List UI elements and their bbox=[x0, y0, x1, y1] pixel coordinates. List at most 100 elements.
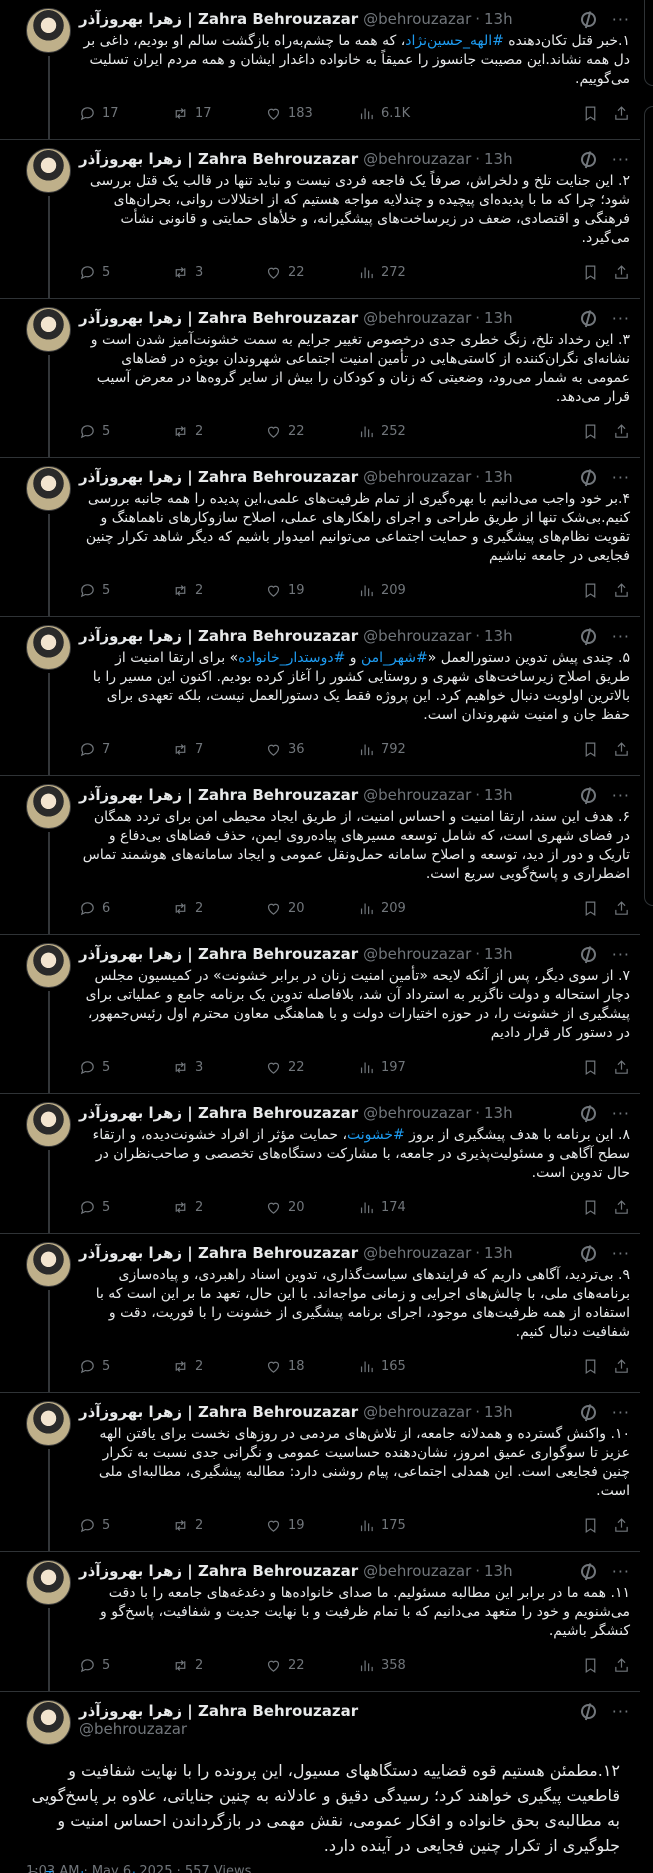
bookmark-icon[interactable] bbox=[582, 1059, 599, 1076]
bookmark-icon[interactable] bbox=[582, 741, 599, 758]
author-handle[interactable]: @behrouzazar bbox=[363, 1104, 471, 1122]
timestamp[interactable]: 13h bbox=[484, 627, 513, 645]
author-name[interactable]: زهرا بهروزآذر | Zahra Behrouzazar bbox=[79, 150, 358, 168]
like-button[interactable]: 22 bbox=[265, 423, 358, 440]
repost-button[interactable]: 7 bbox=[172, 741, 265, 758]
timestamp[interactable]: 13h bbox=[484, 1244, 513, 1262]
share-icon[interactable] bbox=[613, 1199, 630, 1216]
repost-button[interactable]: 2 bbox=[172, 423, 265, 440]
bookmark-icon[interactable] bbox=[582, 264, 599, 281]
hashtag-link[interactable]: #الهه_حسین‌نژاد bbox=[405, 33, 504, 49]
views-button[interactable]: 174 bbox=[358, 1199, 466, 1216]
views-button[interactable]: 197 bbox=[358, 1059, 466, 1076]
grok-icon[interactable] bbox=[577, 784, 599, 806]
more-icon[interactable]: ··· bbox=[612, 309, 630, 328]
bookmark-icon[interactable] bbox=[582, 1517, 599, 1534]
grok-icon[interactable] bbox=[577, 148, 599, 170]
repost-button[interactable]: 3 bbox=[172, 1059, 265, 1076]
author-handle[interactable]: @behrouzazar bbox=[79, 1720, 630, 1738]
tweet[interactable]: زهرا بهروزآذر | Zahra Behrouzazar @behro… bbox=[0, 776, 640, 935]
like-button[interactable]: 20 bbox=[265, 900, 358, 917]
reply-button[interactable]: 7 bbox=[79, 741, 172, 758]
avatar[interactable] bbox=[26, 1560, 71, 1605]
grok-icon[interactable] bbox=[577, 1102, 599, 1124]
avatar[interactable] bbox=[26, 625, 71, 670]
avatar[interactable] bbox=[26, 1401, 71, 1446]
more-icon[interactable]: ··· bbox=[612, 1562, 630, 1581]
repost-button[interactable]: 2 bbox=[172, 1517, 265, 1534]
share-icon[interactable] bbox=[613, 1358, 630, 1375]
views-button[interactable]: 209 bbox=[358, 900, 466, 917]
share-icon[interactable] bbox=[613, 1657, 630, 1674]
views-button[interactable]: 358 bbox=[358, 1657, 466, 1674]
share-icon[interactable] bbox=[613, 264, 630, 281]
timestamp[interactable]: 13h bbox=[484, 1104, 513, 1122]
reply-button[interactable]: 5 bbox=[79, 264, 172, 281]
repost-button[interactable]: 2 bbox=[172, 900, 265, 917]
author-name[interactable]: زهرا بهروزآذر | Zahra Behrouzazar bbox=[79, 1244, 358, 1262]
author-name[interactable]: زهرا بهروزآذر | Zahra Behrouzazar bbox=[79, 945, 358, 963]
tweet[interactable]: زهرا بهروزآذر | Zahra Behrouzazar @behro… bbox=[0, 0, 640, 140]
reply-button[interactable]: 5 bbox=[79, 582, 172, 599]
like-button[interactable]: 19 bbox=[265, 582, 358, 599]
grok-icon[interactable] bbox=[577, 1242, 599, 1264]
author-name[interactable]: زهرا بهروزآذر | Zahra Behrouzazar bbox=[79, 786, 358, 804]
tweet[interactable]: زهرا بهروزآذر | Zahra Behrouzazar @behro… bbox=[0, 1393, 640, 1552]
avatar[interactable] bbox=[26, 307, 71, 352]
author-name[interactable]: زهرا بهروزآذر | Zahra Behrouzazar bbox=[79, 627, 358, 645]
author-handle[interactable]: @behrouzazar bbox=[363, 10, 471, 28]
repost-button[interactable]: 2 bbox=[172, 1358, 265, 1375]
reply-button[interactable]: 5 bbox=[79, 1199, 172, 1216]
timestamp[interactable]: 13h bbox=[484, 150, 513, 168]
author-name[interactable]: زهرا بهروزآذر | Zahra Behrouzazar bbox=[79, 309, 358, 327]
reply-button[interactable]: 5 bbox=[79, 1358, 172, 1375]
like-button[interactable]: 183 bbox=[265, 105, 358, 122]
bookmark-icon[interactable] bbox=[582, 1358, 599, 1375]
author-handle[interactable]: @behrouzazar bbox=[363, 786, 471, 804]
more-icon[interactable]: ··· bbox=[612, 945, 630, 964]
share-icon[interactable] bbox=[613, 582, 630, 599]
reply-button[interactable]: 6 bbox=[79, 900, 172, 917]
more-icon[interactable]: ··· bbox=[612, 150, 630, 169]
share-icon[interactable] bbox=[613, 423, 630, 440]
repost-button[interactable]: 2 bbox=[172, 1199, 265, 1216]
tweet[interactable]: زهرا بهروزآذر | Zahra Behrouzazar @behro… bbox=[0, 617, 640, 776]
author-handle[interactable]: @behrouzazar bbox=[363, 150, 471, 168]
grok-icon[interactable] bbox=[577, 466, 599, 488]
repost-button[interactable]: 2 bbox=[172, 1657, 265, 1674]
tweet[interactable]: زهرا بهروزآذر | Zahra Behrouzazar @behro… bbox=[0, 935, 640, 1094]
avatar[interactable] bbox=[26, 1242, 71, 1287]
timestamp[interactable]: 13h bbox=[484, 309, 513, 327]
share-icon[interactable] bbox=[613, 1517, 630, 1534]
author-name[interactable]: زهرا بهروزآذر | Zahra Behrouzazar bbox=[79, 10, 358, 28]
bookmark-icon[interactable] bbox=[582, 105, 599, 122]
avatar[interactable] bbox=[26, 784, 71, 829]
views-button[interactable]: 792 bbox=[358, 741, 466, 758]
reply-button[interactable]: 5 bbox=[79, 423, 172, 440]
like-button[interactable]: 22 bbox=[265, 1059, 358, 1076]
more-icon[interactable]: ··· bbox=[612, 627, 630, 646]
share-icon[interactable] bbox=[613, 900, 630, 917]
author-handle[interactable]: @behrouzazar bbox=[363, 468, 471, 486]
grok-icon[interactable] bbox=[577, 1700, 599, 1722]
like-button[interactable]: 19 bbox=[265, 1517, 358, 1534]
avatar[interactable] bbox=[26, 8, 71, 53]
more-icon[interactable]: ··· bbox=[612, 468, 630, 487]
bookmark-icon[interactable] bbox=[582, 1199, 599, 1216]
timestamp[interactable]: 13h bbox=[484, 1562, 513, 1580]
avatar[interactable] bbox=[26, 1700, 71, 1745]
author-name[interactable]: زهرا بهروزآذر | Zahra Behrouzazar bbox=[79, 468, 358, 486]
author-name[interactable]: زهرا بهروزآذر | Zahra Behrouzazar bbox=[79, 1562, 358, 1580]
like-button[interactable]: 18 bbox=[265, 1358, 358, 1375]
grok-icon[interactable] bbox=[577, 1560, 599, 1582]
share-icon[interactable] bbox=[613, 741, 630, 758]
views-button[interactable]: 6.1K bbox=[358, 105, 466, 122]
more-icon[interactable]: ··· bbox=[612, 1702, 630, 1721]
grok-icon[interactable] bbox=[577, 625, 599, 647]
tweet[interactable]: زهرا بهروزآذر | Zahra Behrouzazar @behro… bbox=[0, 299, 640, 458]
views-button[interactable]: 252 bbox=[358, 423, 466, 440]
author-handle[interactable]: @behrouzazar bbox=[363, 627, 471, 645]
reply-button[interactable]: 5 bbox=[79, 1059, 172, 1076]
timestamp[interactable]: 13h bbox=[484, 10, 513, 28]
more-icon[interactable]: ··· bbox=[612, 1403, 630, 1422]
